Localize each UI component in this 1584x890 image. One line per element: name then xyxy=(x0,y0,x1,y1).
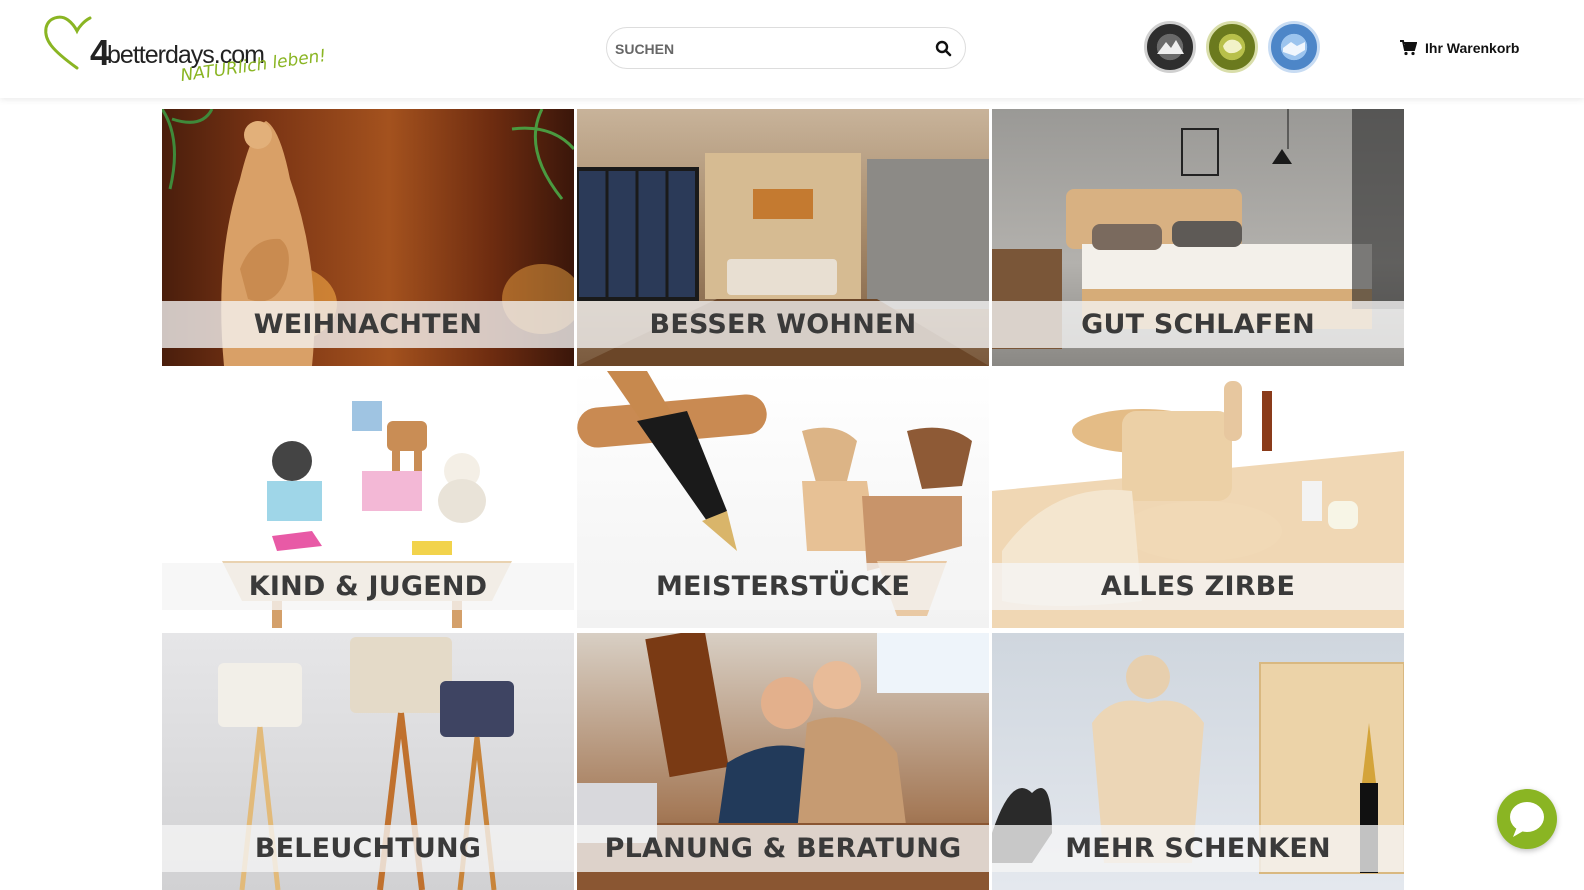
category-label: WEIHNACHTEN xyxy=(253,309,483,340)
category-label: BESSER WOHNEN xyxy=(649,309,917,340)
category-label-band: BELEUCHTUNG xyxy=(162,825,574,872)
fair-produced-badge[interactable] xyxy=(1268,21,1320,73)
search-input[interactable] xyxy=(615,36,925,62)
site-header: 4betterdays.com NATURlich leben! SUCHEN … xyxy=(0,0,1584,98)
made-in-europe-badge[interactable] xyxy=(1206,21,1258,73)
category-label-band: BESSER WOHNEN xyxy=(577,301,989,348)
category-tile-meisterstuecke[interactable]: MEISTERSTÜCKE xyxy=(577,371,989,628)
cart-icon xyxy=(1400,40,1417,56)
category-label: MEISTERSTÜCKE xyxy=(655,571,911,602)
category-label: KIND & JUGEND xyxy=(248,571,488,602)
chat-bubble-icon xyxy=(1510,802,1544,837)
category-label: ALLES ZIRBE xyxy=(1100,571,1296,602)
category-tile-kind-jugend[interactable]: KIND & JUGEND xyxy=(162,371,574,628)
category-tile-gut-schlafen[interactable]: GUT SCHLAFEN xyxy=(992,109,1404,366)
quality-badges xyxy=(1144,21,1324,75)
handshake-icon xyxy=(1283,42,1305,56)
category-label: GUT SCHLAFEN xyxy=(1081,309,1315,340)
search-button[interactable] xyxy=(933,38,955,60)
search-box xyxy=(606,27,966,69)
category-label-band: MEISTERSTÜCKE xyxy=(577,563,989,610)
category-label-band: GUT SCHLAFEN xyxy=(992,301,1404,348)
category-tile-planung-beratung[interactable]: PLANUNG & BERATUNG xyxy=(577,633,989,890)
site-logo[interactable]: 4betterdays.com NATURlich leben! xyxy=(42,12,327,86)
chat-button[interactable] xyxy=(1497,789,1557,849)
europe-map-icon xyxy=(1223,39,1242,54)
category-label-band: ALLES ZIRBE xyxy=(992,563,1404,610)
category-tile-beleuchtung[interactable]: BELEUCHTUNG xyxy=(162,633,574,890)
category-label-band: MEHR SCHENKEN xyxy=(992,825,1404,872)
category-tile-besser-wohnen[interactable]: BESSER WOHNEN xyxy=(577,109,989,366)
cart-link[interactable]: Ihr Warenkorb xyxy=(1400,38,1519,58)
handmade-badge[interactable] xyxy=(1144,21,1196,73)
search-icon xyxy=(935,40,952,57)
category-label-band: PLANUNG & BERATUNG xyxy=(577,825,989,872)
category-label-band: WEIHNACHTEN xyxy=(162,301,574,348)
category-tile-alles-zirbe[interactable]: ALLES ZIRBE xyxy=(992,371,1404,628)
category-label: BELEUCHTUNG xyxy=(254,833,482,864)
category-label-band: KIND & JUGEND xyxy=(162,563,574,610)
cart-label: Ihr Warenkorb xyxy=(1425,40,1520,56)
mountain-icon xyxy=(1157,40,1184,54)
category-label: PLANUNG & BERATUNG xyxy=(604,833,962,864)
category-tile-weihnachten[interactable]: WEIHNACHTEN xyxy=(162,109,574,366)
category-tile-mehr-schenken[interactable]: MEHR SCHENKEN xyxy=(992,633,1404,890)
category-label: MEHR SCHENKEN xyxy=(1065,833,1331,864)
